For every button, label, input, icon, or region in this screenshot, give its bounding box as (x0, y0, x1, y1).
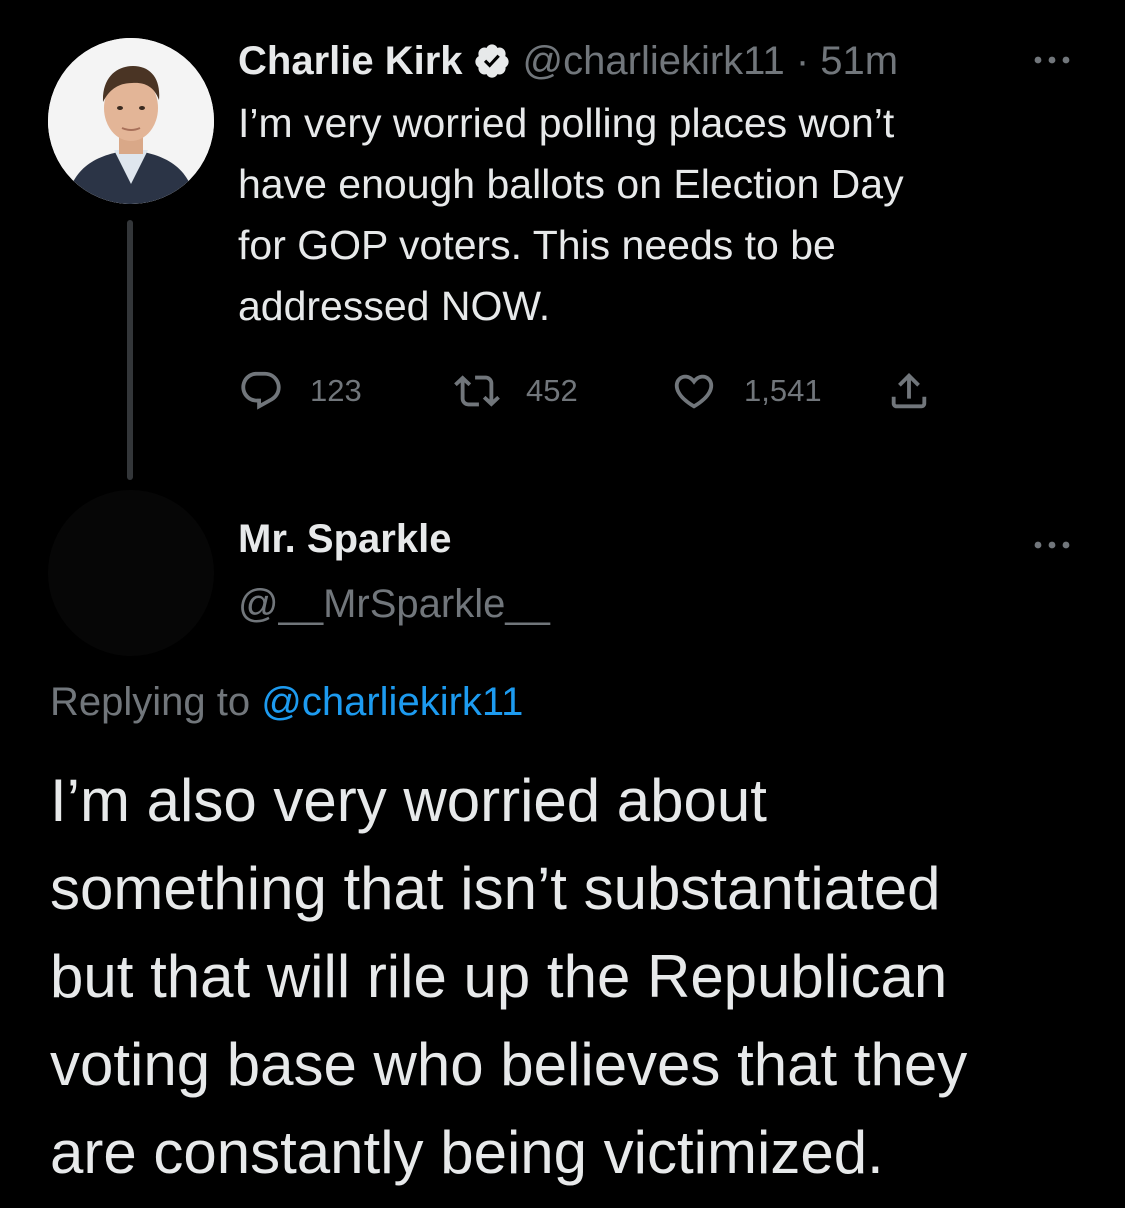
tweet-time[interactable]: 51m (820, 39, 898, 83)
reply-count: 123 (310, 373, 362, 408)
reply-text: I’m also very worried about something th… (50, 757, 1100, 1197)
heart-icon (674, 374, 714, 409)
avatar-photo (48, 38, 214, 204)
author-handle[interactable]: @charliekirk11 (523, 39, 785, 83)
tweet-text-line: have enough ballots on Election Day (238, 161, 904, 207)
reply-text-line: I’m also very worried about (50, 767, 767, 834)
tweet-header: Charlie Kirk @charliekirk11 · 51m (238, 36, 898, 86)
reply-author-name[interactable]: Mr. Sparkle (238, 517, 451, 562)
reply-text-line: voting base who believes that they (50, 1031, 968, 1098)
reply-text-line: are constantly being victimized. (50, 1119, 884, 1186)
more-icon[interactable] (1030, 535, 1074, 555)
thread-line (127, 220, 133, 480)
avatar[interactable] (48, 490, 214, 656)
avatar[interactable] (48, 38, 214, 204)
reply-text-line: but that will rile up the Republican (50, 943, 948, 1010)
tweet-text: I’m very worried polling places won’t ha… (238, 93, 1068, 337)
retweet-icon (454, 375, 500, 407)
meta-separator: · (795, 38, 810, 83)
retweet-count: 452 (526, 373, 578, 408)
more-icon[interactable] (1030, 50, 1074, 70)
reply-button[interactable]: 123 (238, 366, 362, 416)
share-icon (891, 372, 927, 409)
reply-author-handle[interactable]: @__MrSparkle__ (238, 582, 550, 627)
retweet-button[interactable]: 452 (452, 366, 578, 416)
verified-badge-icon (473, 42, 511, 80)
replying-to: Replying to @charliekirk11 (50, 680, 523, 725)
tweet-text-line: I’m very worried polling places won’t (238, 100, 895, 146)
reply-icon (241, 371, 281, 410)
tweet-text-line: for GOP voters. This needs to be (238, 222, 836, 268)
reply-text-line: something that isn’t substantiated (50, 855, 941, 922)
tweet-text-line: addressed NOW. (238, 283, 551, 329)
share-button[interactable] (886, 366, 932, 416)
replying-prefix: Replying to (50, 680, 251, 724)
tweet-meta: @charliekirk11 · 51m (523, 39, 899, 84)
like-count: 1,541 (744, 373, 822, 408)
tweet-actions: 123 452 1,541 (238, 366, 958, 416)
mention-link[interactable]: @charliekirk11 (261, 680, 523, 724)
author-name[interactable]: Charlie Kirk (238, 39, 463, 84)
like-button[interactable]: 1,541 (670, 366, 822, 416)
